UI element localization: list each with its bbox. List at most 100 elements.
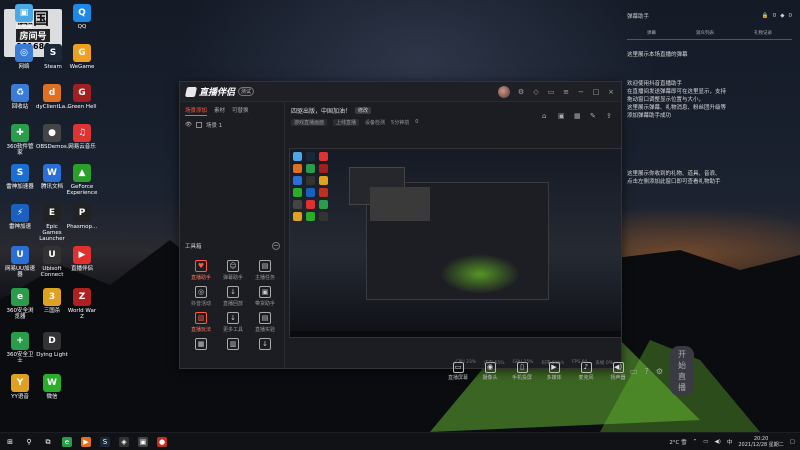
desktop-icon[interactable]: Z World War Z xyxy=(66,288,98,320)
desktop-icon[interactable]: ▲ GeForce Experience xyxy=(66,164,98,196)
tool-button[interactable]: ▦ xyxy=(185,338,217,352)
pen-icon[interactable]: ✎ xyxy=(590,112,599,121)
tool-icon: ▧ xyxy=(195,312,207,324)
desktop-icon[interactable]: W 腾讯文档 xyxy=(36,164,68,190)
scene-tab[interactable]: 素材 xyxy=(214,106,225,116)
lock-small-icon[interactable]: 🔒 xyxy=(762,13,769,19)
stream-preview[interactable] xyxy=(289,148,622,338)
weather-widget[interactable]: 2°C 雪 xyxy=(669,438,686,446)
tool-button[interactable]: ☺ 弹幕助手 xyxy=(217,260,249,281)
preview-desktop-icons xyxy=(293,152,329,221)
desktop-app-icon: ▣ xyxy=(15,4,33,22)
stream-meta-item[interactable]: 游戏直播画面 xyxy=(291,119,328,126)
menu-icon[interactable]: ≡ xyxy=(562,88,570,96)
tool-button[interactable]: ▥ xyxy=(217,338,249,352)
camera-icon[interactable]: ⌂ xyxy=(542,112,551,121)
desktop-icon[interactable]: +360安全卫士 xyxy=(4,332,36,364)
desktop-icon[interactable]: ⚡ 雷神加速 xyxy=(4,204,36,230)
stream-meta-item[interactable]: 上线直播 xyxy=(333,119,360,126)
desktop-icon[interactable]: 3 三国杀 xyxy=(36,288,68,314)
share-icon[interactable]: ⇪ xyxy=(606,112,615,121)
desktop-icon[interactable]: G Green Hell xyxy=(66,84,98,110)
notification-icon[interactable]: ▢ xyxy=(790,439,795,445)
tool-button[interactable]: ▤ 直播实验 xyxy=(249,312,281,333)
desktop-icon[interactable]: E Epic Games Launcher xyxy=(36,204,68,242)
eye-icon[interactable]: 👁 xyxy=(185,122,192,128)
tool-icon: ◎ xyxy=(195,286,207,298)
start-live-button[interactable]: 开始直播 xyxy=(669,346,694,396)
toolbox-add-icon[interactable]: − xyxy=(272,242,280,250)
scene-tab[interactable]: 场景添加 xyxy=(185,106,208,116)
tool-button[interactable]: ◎ 抖音活动 xyxy=(185,286,217,307)
gift-small-icon[interactable]: ◆ xyxy=(780,13,784,19)
start-icon[interactable]: ⊞ xyxy=(5,436,15,447)
maximize-icon[interactable]: □ xyxy=(592,88,600,96)
desktop-app-icon: Y xyxy=(11,374,29,392)
desktop-icon[interactable]: Y YY语音 xyxy=(4,374,36,400)
steam-icon[interactable]: S xyxy=(100,436,110,447)
red-app-icon[interactable]: ● xyxy=(157,436,167,447)
search-icon[interactable]: ⚲ xyxy=(24,436,34,447)
help-icon[interactable]: ? xyxy=(645,367,649,376)
message-icon[interactable]: ▭ xyxy=(547,88,555,96)
gear-icon[interactable]: ⚙ xyxy=(656,367,663,376)
stream-title[interactable]: 四驱出版，中国加油！ xyxy=(291,106,351,115)
desktop-icon-label: 雷神加速 xyxy=(8,224,31,230)
chat-tab[interactable]: 礼物记录 xyxy=(754,30,772,36)
tool-button[interactable]: ▤ 主播任务 xyxy=(249,260,281,281)
tool-icon: ▤ xyxy=(259,312,271,324)
desktop-icon[interactable]: U Ubisoft Connect xyxy=(36,246,68,278)
desktop-icon[interactable]: S 雷神加速器 xyxy=(4,164,36,190)
tool-button[interactable]: ▧ 直播玩法 xyxy=(185,312,217,333)
chat-tab[interactable]: 观众列表 xyxy=(696,30,714,36)
desktop-icon[interactable]: W 微信 xyxy=(36,374,68,400)
scene-tab[interactable]: 可替换 xyxy=(232,106,249,116)
desktop-icon[interactable]: ◎ 网络 xyxy=(8,44,40,70)
window-titlebar[interactable]: 直播伴侣 测试 ⚙ ◇ ▭ ≡ − □ × xyxy=(180,82,621,102)
desktop-icon[interactable]: U 网易UU加速器 xyxy=(4,246,36,278)
livestream-app-icon[interactable]: ▶ xyxy=(81,436,91,447)
chat-tab[interactable]: 弹幕 xyxy=(647,30,656,36)
grid-icon[interactable]: ▦ xyxy=(574,112,583,121)
scene-item[interactable]: 👁 场景 1 xyxy=(185,121,279,129)
screen-icon[interactable]: ▭ xyxy=(630,367,638,376)
preview-app-icon xyxy=(293,176,302,185)
up-arrow-icon[interactable]: ⌃ xyxy=(693,439,698,445)
tool-label: 弹幕助手 xyxy=(222,275,243,281)
livestream-app-window[interactable]: 直播伴侣 测试 ⚙ ◇ ▭ ≡ − □ × 场景添加素材可替换 👁 场景 1 xyxy=(179,81,694,396)
desktop-icon[interactable]: P Phasmop... xyxy=(66,204,98,230)
shirt-icon[interactable]: ◇ xyxy=(532,88,540,96)
task-view-icon[interactable]: ⧉ xyxy=(43,436,53,447)
desktop-icon[interactable]: ▶ 直播伴侣 xyxy=(66,246,98,272)
desktop-icon[interactable]: G WeGame xyxy=(66,44,98,70)
game-icon[interactable]: ◈ xyxy=(119,436,129,447)
desktop-icon[interactable]: e 360安全浏览器 xyxy=(4,288,36,320)
network-icon[interactable]: ▭ xyxy=(703,439,708,445)
tool-button[interactable]: ↓ 直播回放 xyxy=(217,286,249,307)
desktop-icon[interactable]: ● OBSDemos... xyxy=(36,124,72,150)
tool-button[interactable]: ▣ 带货助手 xyxy=(249,286,281,307)
lock-icon[interactable]: ▣ xyxy=(558,112,567,121)
ime-icon[interactable]: 中 xyxy=(727,438,733,446)
tool-button[interactable]: ↓ xyxy=(249,338,281,352)
desktop-icon[interactable]: ♻ 回收站 xyxy=(4,84,36,110)
desktop-icon[interactable]: ♫ 网易云音乐 xyxy=(66,124,98,150)
tool-button[interactable]: ♥ 直播助手 xyxy=(185,260,217,281)
app-icon[interactable]: ▣ xyxy=(138,436,148,447)
desktop-icon[interactable]: Q QQ xyxy=(66,4,98,30)
desktop-icon[interactable]: d dyClientLa... xyxy=(36,84,70,110)
desktop-icon[interactable]: ▣ 此电脑 xyxy=(8,4,40,30)
browser-icon[interactable]: e xyxy=(62,436,72,447)
settings-icon[interactable]: ⚙ xyxy=(517,88,525,96)
desktop-icon[interactable]: D Dying Light xyxy=(36,332,68,358)
volume-icon[interactable]: ◀) xyxy=(714,439,720,445)
scene-checkbox[interactable] xyxy=(195,122,202,128)
user-avatar[interactable] xyxy=(498,85,510,98)
minimize-icon[interactable]: − xyxy=(577,88,585,96)
desktop-icon[interactable]: ✚ 360软件管家 xyxy=(4,124,36,156)
clock[interactable]: 20:20 2021/12/28 星期二 xyxy=(738,436,783,448)
tool-button[interactable]: ↓ 更多工具 xyxy=(217,312,249,333)
close-icon[interactable]: × xyxy=(607,88,615,96)
desktop-icon[interactable]: S Steam xyxy=(37,44,69,70)
edit-title-tag[interactable]: 修改 xyxy=(355,107,372,114)
